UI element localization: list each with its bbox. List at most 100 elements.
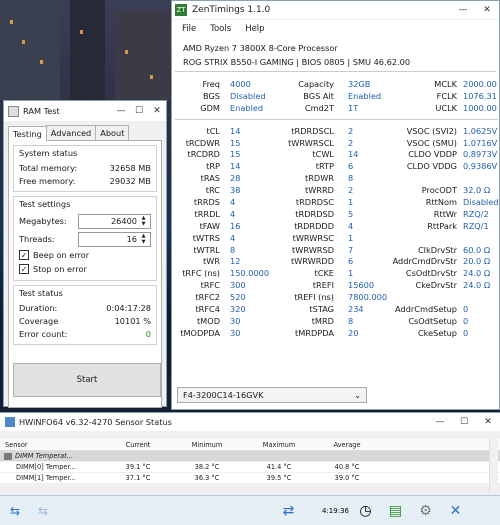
timing-row: tMOD 30 tMRD 8 CsOdtSetup 0: [172, 316, 500, 328]
lit-window: [125, 50, 128, 54]
timing-value: 20.0 Ω: [463, 256, 491, 267]
menu-tools[interactable]: Tools: [210, 24, 231, 34]
timing-row: tRAS 28 tRDWR 8: [172, 173, 500, 185]
hwinfo-toolbar: ⇆ ⇆ ⇄ 4:19:36 ◷ ▤ ⚙ ✕: [0, 495, 500, 525]
timing-label: tRDRDDD: [294, 220, 334, 231]
threads-label: Threads:: [19, 234, 55, 244]
timing-row: tRFC4 320 tSTAG 234 AddrCmdSetup 0: [172, 304, 500, 316]
megabytes-label: Megabytes:: [19, 216, 67, 226]
megabytes-value: 26400: [110, 216, 137, 226]
spinner-arrows-icon[interactable]: ▲ ▼: [139, 215, 148, 227]
hwinfo-titlebar[interactable]: HWiNFO64 v6.32-4270 Sensor Status — ☐ ✕: [0, 413, 500, 431]
ramtest-titlebar[interactable]: RAM Test — ☐ ✕: [4, 101, 166, 121]
minimize-button[interactable]: —: [428, 414, 452, 430]
timing-label: RttWr: [433, 208, 457, 219]
close-button[interactable]: ✕: [148, 102, 166, 120]
menu-help[interactable]: Help: [245, 24, 264, 34]
total-memory-value: 32658 MB: [109, 162, 151, 173]
timing-label: GDM: [200, 102, 220, 113]
column-maximum[interactable]: Maximum: [246, 441, 312, 449]
timing-row: tWTRS 4 tWRWRSC 1: [172, 233, 500, 245]
timing-label: tWRWRSC: [292, 232, 334, 243]
megabytes-input[interactable]: 26400 ▲ ▼: [78, 213, 151, 229]
tab-testing[interactable]: Testing: [8, 126, 47, 141]
timing-row: tRC 38 tWRRD 2 ProcODT 32.0 Ω: [172, 185, 500, 197]
column-sensor[interactable]: Sensor: [0, 441, 108, 449]
minimize-button[interactable]: —: [112, 102, 130, 120]
clock-icon[interactable]: ◷: [352, 499, 379, 523]
close-x-icon[interactable]: ✕: [442, 499, 469, 523]
arrows-left-right-icon[interactable]: ⇆: [33, 501, 53, 521]
timing-label: tFAW: [199, 220, 220, 231]
timing-value: 2000.00: [463, 79, 497, 89]
timing-value: 0.9386V: [463, 161, 498, 172]
arrows-left-right-icon[interactable]: ⇆: [5, 501, 25, 521]
sensor-row[interactable]: DIMM[1] Temper... 37.1 °C 36.3 °C 39.5 °C 39…: [0, 473, 500, 484]
spinner-arrows-icon[interactable]: ▲ ▼: [139, 233, 148, 245]
close-button[interactable]: ✕: [476, 414, 500, 430]
close-button[interactable]: ✕: [475, 1, 499, 19]
timing-value: 2: [348, 185, 354, 196]
tab-about[interactable]: About: [95, 125, 130, 140]
timing-value: 320: [230, 304, 246, 315]
beep-on-error-checkbox[interactable]: ✓ Beep on error: [19, 248, 151, 262]
timing-label: tRCDWR: [185, 137, 220, 148]
sensor-minimum-cell: 36.3 °C: [194, 474, 220, 482]
settings-gear-icon[interactable]: ⚙: [412, 499, 439, 523]
zentimings-window: ZT ZenTimings 1.1.0 — ✕ File Tools Help …: [171, 0, 500, 410]
ramtest-app-icon: [8, 105, 19, 117]
report-add-icon[interactable]: ▤: [382, 499, 409, 523]
zentimings-titlebar[interactable]: ZT ZenTimings 1.1.0 — ✕: [172, 1, 499, 20]
maximize-button[interactable]: ☐: [452, 414, 476, 430]
timing-row: tRFC 300 tREFI 15600 CkeDrvStr 24.0 Ω: [172, 280, 500, 292]
timing-label: CkeSetup: [417, 327, 457, 338]
column-average[interactable]: Average: [312, 441, 382, 449]
timing-value: RZQ/1: [463, 220, 489, 231]
timing-label: Freq: [202, 79, 220, 89]
timing-value: 6: [348, 161, 354, 172]
timing-value: 4: [348, 220, 354, 231]
tab-advanced[interactable]: Advanced: [45, 125, 97, 140]
sensor-maximum-cell: 39.5 °C: [266, 474, 292, 482]
timing-value: 6: [348, 256, 354, 267]
lit-window: [22, 40, 25, 44]
timing-row: tRFC (ns) 150.0000 tCKE 1 CsOdtDrvStr 24.0 Ω: [172, 268, 500, 280]
sensor-maximum-cell: 41.4 °C: [266, 463, 292, 471]
timing-label: tRFC4: [195, 304, 220, 315]
timing-value: 20: [348, 327, 359, 338]
sensor-group-row[interactable]: DIMM Temperat...: [0, 451, 500, 462]
lit-window: [80, 30, 83, 34]
column-minimum[interactable]: Minimum: [168, 441, 246, 449]
maximize-button[interactable]: ☐: [130, 102, 148, 120]
sensor-table-header: Sensor Current Minimum Maximum Average: [0, 439, 500, 451]
sensor-row[interactable]: DIMM[0] Temper... 39.1 °C 38.2 °C 41.4 °C 40…: [0, 462, 500, 473]
minimize-button[interactable]: —: [451, 1, 475, 19]
start-button[interactable]: Start: [13, 363, 161, 397]
timing-row: tMODPDA 30 tMRDPDA 20 CkeSetup 0: [172, 328, 500, 340]
threads-input[interactable]: 16 ▲ ▼: [78, 231, 151, 247]
menu-file[interactable]: File: [182, 24, 196, 34]
stop-on-error-checkbox[interactable]: ✓ Stop on error: [19, 262, 151, 276]
duration-label: Duration:: [19, 302, 58, 313]
network-icon[interactable]: ⇄: [275, 499, 302, 523]
sensor-current-cell: 37.1 °C: [125, 474, 151, 482]
timing-value: 14: [230, 161, 241, 172]
timing-value: 234: [348, 304, 364, 315]
duration-value: 0:04:17:28: [106, 302, 151, 313]
timing-value: 150.0000: [230, 268, 270, 279]
column-current[interactable]: Current: [108, 441, 168, 449]
timing-value: 4: [230, 232, 236, 243]
timing-value: Enabled: [230, 102, 264, 113]
timing-value: 7800.000: [348, 292, 388, 303]
memory-profile-select[interactable]: F4-3200C14-16GVK ⌄: [177, 387, 367, 403]
timing-label: tRTP: [315, 161, 334, 172]
memory-profile-value: F4-3200C14-16GVK: [183, 390, 264, 400]
timing-row: tRRDL 4 tRDRDSD 5 RttWr RZQ/2: [172, 209, 500, 221]
testing-panel: System status Total memory: 32658 MB Free…: [8, 141, 162, 408]
timing-label: Capacity: [298, 79, 334, 89]
timing-label: tMOD: [196, 315, 220, 326]
timing-value: 8: [230, 244, 236, 255]
timing-row: GDM Enabled Cmd2T 1T UCLK 1000.00: [172, 103, 500, 115]
sensor-scrollbar[interactable]: [489, 438, 498, 494]
timing-label: tMRDPDA: [295, 327, 334, 338]
